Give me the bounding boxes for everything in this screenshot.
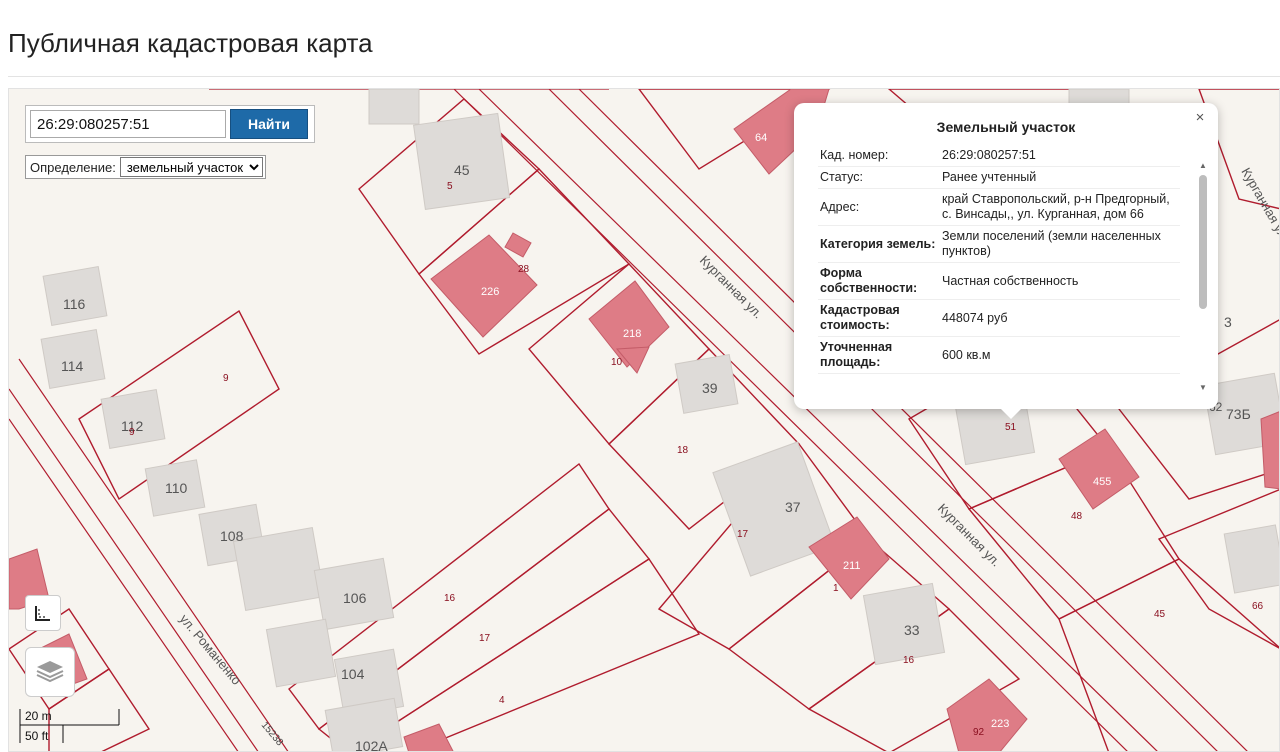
label-3: 3 [1224, 314, 1232, 330]
scroll-down-icon[interactable]: ▼ [1198, 383, 1208, 393]
label-223: 223 [991, 718, 1009, 730]
info-row: Кадастровая стоимость: 448074 руб [818, 299, 1180, 337]
definition-select[interactable]: земельный участок [119, 157, 263, 177]
label-218: 218 [623, 328, 641, 340]
scroll-up-icon[interactable]: ▲ [1198, 161, 1208, 171]
cadastral-map[interactable]: 45 5 226 28 218 10 116 114 9 112 9 110 1… [8, 88, 1280, 752]
info-row: Уточненная площадь: 600 кв.м [818, 336, 1180, 374]
definition-label: Определение: [30, 159, 116, 175]
info-value: Частная собственность [940, 262, 1180, 300]
label-92: 92 [973, 727, 985, 738]
label-226: 226 [481, 286, 499, 298]
close-icon[interactable]: × [1192, 109, 1208, 126]
layers-button[interactable] [25, 647, 75, 697]
info-key: Адрес: [818, 188, 940, 226]
label-104: 104 [341, 666, 365, 682]
label-37: 37 [785, 499, 801, 515]
info-value: край Ставропольский, р-н Предгорный, с. … [940, 188, 1180, 226]
label-9b: 9 [129, 427, 135, 438]
label-108: 108 [220, 528, 244, 544]
info-row: Адрес: край Ставропольский, р-н Предгорн… [818, 188, 1180, 226]
search-panel: Найти [25, 105, 315, 143]
label-106: 106 [343, 590, 367, 606]
title-divider [8, 76, 1280, 77]
info-row: Статус: Ранее учтенный [818, 166, 1180, 189]
label-17b: 17 [479, 633, 491, 644]
measure-button[interactable] [25, 595, 61, 631]
info-key: Кад. номер: [818, 145, 940, 167]
info-key: Уточненная площадь: [818, 336, 940, 374]
label-33: 33 [904, 622, 920, 638]
definition-panel: Определение: земельный участок [25, 155, 266, 179]
label-28: 28 [518, 264, 530, 275]
label-114: 114 [61, 358, 84, 374]
label-18: 18 [677, 445, 689, 456]
scroll-thumb[interactable] [1199, 175, 1207, 309]
label-39: 39 [702, 380, 718, 396]
cadastral-number-input[interactable] [30, 110, 226, 138]
parcel-info-table: Кад. номер: 26:29:080257:51 Статус: Ране… [818, 145, 1180, 374]
label-211: 211 [843, 560, 861, 572]
label-51: 51 [1005, 422, 1017, 433]
label-64: 64 [755, 132, 767, 144]
label-17: 17 [737, 529, 749, 540]
label-15238: 15238 [259, 720, 286, 749]
label-16: 16 [903, 655, 915, 666]
label-73b: 73Б [1226, 406, 1251, 422]
page-title: Публичная кадастровая карта [8, 28, 373, 58]
scale-metric: 20 m [25, 709, 52, 723]
info-key: Форма собственности: [818, 262, 940, 300]
popup-title: Земельный участок [936, 119, 1076, 135]
street-label-kurgannaya-3: Курганная ул. [1238, 165, 1280, 244]
label-1: 1 [833, 583, 839, 594]
layers-icon [36, 661, 64, 683]
scale-imperial: 50 ft [25, 729, 49, 743]
find-button[interactable]: Найти [230, 109, 308, 139]
label-45: 45 [454, 162, 470, 178]
parcel-info-popup: × Земельный участок Кад. номер: 26:29:08… [794, 103, 1218, 419]
label-5: 5 [447, 181, 453, 192]
label-9: 9 [223, 373, 229, 384]
info-value: 26:29:080257:51 [940, 145, 1180, 167]
street-label-kurgannaya-2: Курганная ул. [935, 501, 1004, 570]
info-value: 600 кв.м [940, 336, 1180, 374]
info-key: Кадастровая стоимость: [818, 299, 940, 337]
info-value: Ранее учтенный [940, 166, 1180, 189]
info-row: Форма собственности: Частная собственнос… [818, 262, 1180, 300]
popup-scrollbar[interactable]: ▲ ▼ [1198, 161, 1208, 393]
label-66: 66 [1252, 601, 1264, 612]
info-key: Статус: [818, 166, 940, 189]
label-48: 48 [1071, 511, 1083, 522]
ruler-icon [35, 606, 50, 621]
info-key: Категория земель: [818, 225, 940, 263]
label-116: 116 [63, 296, 86, 312]
label-45b: 45 [1154, 609, 1166, 620]
info-row: Категория земель: Земли поселений (земли… [818, 225, 1180, 263]
label-455: 455 [1093, 476, 1111, 488]
label-16b: 16 [444, 593, 456, 604]
info-value: 448074 руб [940, 299, 1180, 337]
label-10: 10 [611, 357, 623, 368]
label-102a: 102А [355, 738, 388, 752]
info-value: Земли поселений (земли населенных пункто… [940, 225, 1180, 263]
label-4: 4 [499, 695, 505, 706]
info-row: Кад. номер: 26:29:080257:51 [818, 145, 1180, 167]
label-110: 110 [165, 480, 188, 496]
